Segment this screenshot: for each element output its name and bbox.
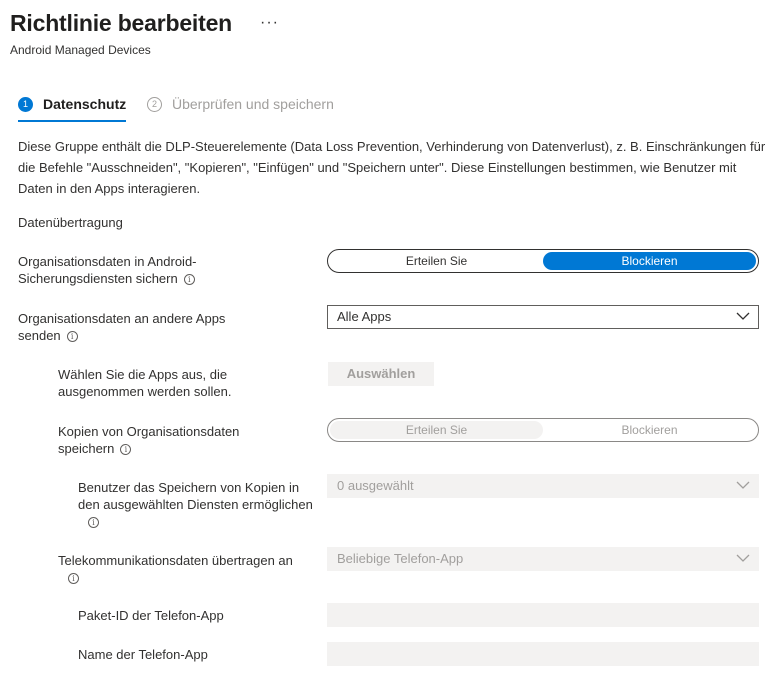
section-description: Diese Gruppe enthält die DLP-Steuereleme… [18, 139, 766, 196]
app-name-label: Name der Telefon-App [78, 647, 208, 662]
toggle-option-allow[interactable]: Erteilen Sie [330, 421, 543, 439]
dropdown-value: Alle Apps [337, 309, 392, 324]
step-label: Überprüfen und speichern [172, 96, 334, 112]
allow-services-label: Benutzer das Speichern von Kopien in den… [78, 480, 313, 529]
save-copies-toggle[interactable]: Erteilen Sie Blockieren [327, 418, 759, 442]
send-data-dropdown[interactable]: Alle Apps [327, 305, 759, 329]
step-ueberpruefen[interactable]: 2 Überprüfen und speichern [147, 96, 334, 112]
package-id-input[interactable] [327, 603, 759, 627]
toggle-option-block[interactable]: Blockieren [543, 252, 756, 270]
telecom-label: Telekommunikationsdaten übertragen an i [58, 553, 293, 585]
dropdown-value: 0 ausgewählt [337, 478, 414, 493]
info-icon[interactable]: i [88, 517, 99, 529]
section-title: Datenübertragung [18, 215, 123, 230]
info-icon[interactable]: i [120, 444, 132, 456]
toggle-option-allow[interactable]: Erteilen Sie [330, 252, 543, 270]
active-step-indicator [18, 120, 126, 122]
backup-toggle[interactable]: Erteilen Sie Blockieren [327, 249, 759, 273]
chevron-down-icon [736, 554, 750, 562]
save-copies-label: Kopien von Organisationsdaten speichern i [58, 424, 240, 456]
step-number-icon: 1 [18, 96, 33, 112]
app-name-input[interactable] [327, 642, 759, 666]
telecom-dropdown[interactable]: Beliebige Telefon-App [327, 547, 759, 571]
allow-services-dropdown[interactable]: 0 ausgewählt [327, 474, 759, 498]
info-icon[interactable]: i [183, 274, 195, 286]
info-icon[interactable]: i [66, 331, 78, 343]
dropdown-value: Beliebige Telefon-App [337, 551, 464, 566]
send-data-label: Organisationsdaten an andere Apps senden… [18, 311, 226, 343]
page-subtitle: Android Managed Devices [10, 43, 151, 57]
step-label: Datenschutz [43, 96, 127, 112]
step-datenschutz[interactable]: 1 Datenschutz [18, 96, 126, 112]
select-apps-button[interactable]: Auswählen [328, 362, 434, 386]
page-title: Richtlinie bearbeiten [10, 10, 233, 36]
step-number-icon: 2 [147, 96, 162, 112]
backup-label: Organisationsdaten in Android-Sicherungs… [18, 254, 197, 286]
toggle-option-block[interactable]: Blockieren [543, 421, 756, 439]
chevron-down-icon [736, 312, 750, 320]
info-icon[interactable]: i [68, 573, 79, 585]
package-id-label: Paket-ID der Telefon-App [78, 608, 224, 623]
exempt-apps-label: Wählen Sie die Apps aus, die ausgenommen… [58, 367, 232, 399]
more-options-icon[interactable]: ··· [260, 14, 279, 32]
chevron-down-icon [736, 481, 750, 489]
